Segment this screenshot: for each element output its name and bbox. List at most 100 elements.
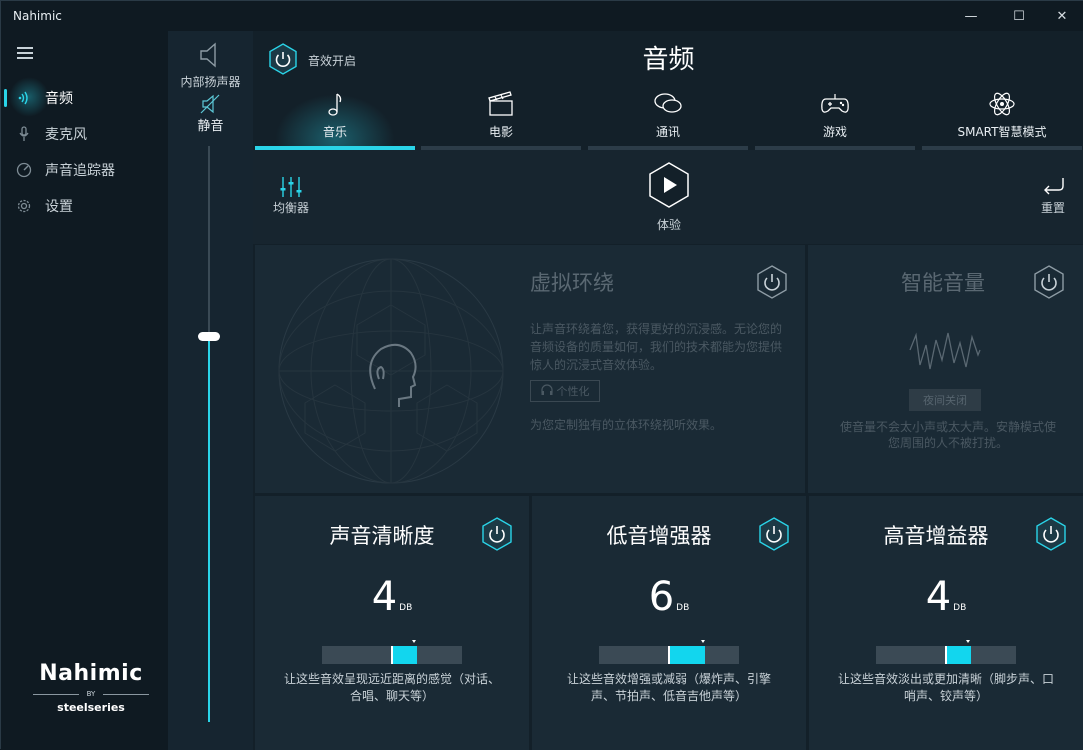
virtual-surround-title: 虚拟环绕 bbox=[530, 271, 614, 295]
virtual-surround-note: 为您定制独有的立体环绕视听效果。 bbox=[530, 418, 723, 432]
atom-icon bbox=[920, 89, 1083, 119]
effect-value-unit: DB bbox=[399, 603, 413, 613]
effect-level-center bbox=[391, 646, 393, 664]
logo-partner: steelseries bbox=[57, 701, 125, 714]
tab-label: 电影 bbox=[488, 125, 513, 139]
app-title: Nahimic bbox=[13, 9, 62, 23]
smart-volume-power-button[interactable] bbox=[1032, 265, 1066, 299]
effect-value: 6 DB bbox=[532, 574, 806, 620]
voice-clarity-panel: 声音清晰度 4 DB 让这些音效呈现远近距离的感觉（对话、合唱、聊天等） bbox=[255, 496, 529, 750]
sidebar-item-microphone[interactable]: 麦克风 bbox=[1, 117, 168, 151]
sidebar-item-label: 麦克风 bbox=[45, 127, 87, 143]
maximize-button[interactable]: ☐ bbox=[996, 1, 1042, 31]
effect-power-button[interactable] bbox=[758, 517, 790, 551]
volume-slider-fill bbox=[208, 337, 210, 722]
effect-level-center bbox=[945, 646, 947, 664]
smart-volume-description: 使音量不会太小声或太大声。安静模式使您周围的人不被打扰。 bbox=[839, 420, 1056, 450]
sidebar-item-sound-tracker[interactable]: 声音追踪器 bbox=[1, 153, 168, 187]
sidebar-item-label: 设置 bbox=[45, 199, 73, 215]
tab-movie[interactable]: 电影 bbox=[419, 86, 583, 150]
microphone-icon bbox=[15, 125, 33, 143]
effect-power-button[interactable] bbox=[1035, 517, 1067, 551]
tab-label: 通讯 bbox=[655, 125, 680, 139]
tab-music[interactable]: 音乐 bbox=[253, 86, 417, 150]
gamepad-icon bbox=[753, 89, 917, 119]
waveform-icon bbox=[908, 325, 982, 375]
tab-game[interactable]: 游戏 bbox=[753, 86, 917, 150]
speaker-icon[interactable] bbox=[197, 41, 223, 69]
personalize-button[interactable]: 个性化 bbox=[530, 380, 600, 402]
hamburger-menu-icon[interactable] bbox=[17, 47, 33, 59]
effect-power-button[interactable] bbox=[481, 517, 513, 551]
effect-value-unit: DB bbox=[676, 603, 690, 613]
tab-label: 音乐 bbox=[322, 125, 347, 139]
clapperboard-icon bbox=[419, 89, 583, 119]
chat-bubbles-icon bbox=[586, 89, 750, 119]
effect-level-marker[interactable] bbox=[412, 640, 416, 643]
page-title: 音频 bbox=[642, 45, 695, 75]
volume-slider-thumb[interactable] bbox=[198, 332, 220, 341]
smart-volume-panel: 智能音量 夜间关闭 使音量不会太小声或太大声。安静模式使您周围的人不被打扰。 bbox=[808, 245, 1083, 493]
logo-brand: Nahimic bbox=[39, 661, 143, 686]
effect-description: 让这些音效淡出或更加清晰（脚步声、口哨声、铰声等） bbox=[837, 672, 1054, 703]
equalizer-icon[interactable] bbox=[279, 176, 303, 198]
surround-sphere-graphic bbox=[275, 255, 507, 487]
virtual-surround-description: 让声音环绕着您，获得更好的沉浸感。无论您的音频设备的质量如何，我们的技术都能为您… bbox=[530, 322, 783, 372]
sidebar-item-label: 声音追踪器 bbox=[45, 163, 115, 179]
effect-level-slider[interactable] bbox=[322, 640, 462, 664]
effect-value-unit: DB bbox=[953, 603, 967, 613]
tab-label: 游戏 bbox=[822, 125, 847, 139]
effect-level-fill bbox=[669, 646, 705, 664]
sound-tracker-icon bbox=[15, 161, 33, 179]
effect-level-fill bbox=[946, 646, 971, 664]
sidebar-item-audio[interactable]: 音频 bbox=[1, 77, 168, 117]
main-content: 音效开启 音频 音乐 电影 通讯 游戏 SMART智慧模式 均衡器 体验 重置 … bbox=[253, 31, 1083, 750]
effect-description: 让这些音效呈现远近距离的感觉（对话、合唱、聊天等） bbox=[283, 672, 500, 703]
sidebar: 音频 麦克风 声音追踪器 设置 Nahimic BY steelseries bbox=[1, 31, 168, 750]
virtual-surround-panel: 虚拟环绕 让声音环绕着您，获得更好的沉浸感。无论您的音频设备的质量如何，我们的技… bbox=[255, 245, 805, 493]
effect-value: 4 DB bbox=[809, 574, 1083, 620]
effect-level-fill bbox=[392, 646, 417, 664]
headphones-icon bbox=[540, 383, 553, 399]
mute-label[interactable]: 静音 bbox=[168, 115, 253, 134]
effect-value: 4 DB bbox=[255, 574, 529, 620]
volume-panel: 内部扬声器 静音 bbox=[168, 31, 253, 750]
tool-row: 均衡器 体验 重置 bbox=[253, 150, 1083, 244]
music-note-icon bbox=[253, 89, 417, 119]
treble-boost-panel: 高音增益器 4 DB 让这些音效淡出或更加清晰（脚步声、口哨声、铰声等） bbox=[809, 496, 1083, 750]
play-label: 体验 bbox=[656, 218, 681, 232]
tab-label: SMART智慧模式 bbox=[957, 125, 1047, 139]
sidebar-item-settings[interactable]: 设置 bbox=[1, 189, 168, 223]
mute-icon[interactable] bbox=[198, 93, 222, 115]
effect-level-marker[interactable] bbox=[701, 640, 705, 643]
effect-level-marker[interactable] bbox=[966, 640, 970, 643]
play-button[interactable] bbox=[648, 162, 690, 208]
output-device-label: 内部扬声器 bbox=[180, 75, 241, 89]
title-bar: Nahimic — ☐ ✕ bbox=[1, 1, 1083, 31]
personalize-label: 个性化 bbox=[556, 385, 590, 398]
night-off-button[interactable]: 夜间关闭 bbox=[909, 389, 981, 411]
effect-value-number: 4 bbox=[371, 574, 398, 620]
logo-by: BY bbox=[31, 690, 151, 698]
audio-waves-icon bbox=[15, 89, 33, 107]
tab-smart[interactable]: SMART智慧模式 bbox=[920, 86, 1083, 150]
effect-value-number: 6 bbox=[648, 574, 675, 620]
active-indicator bbox=[4, 89, 7, 107]
effect-level-center bbox=[668, 646, 670, 664]
close-button[interactable]: ✕ bbox=[1039, 1, 1083, 31]
reset-label[interactable]: 重置 bbox=[1033, 199, 1073, 216]
effect-level-slider[interactable] bbox=[599, 640, 739, 664]
virtual-surround-power-button[interactable] bbox=[755, 265, 789, 299]
sidebar-item-label: 音频 bbox=[45, 91, 73, 107]
tab-communication[interactable]: 通讯 bbox=[586, 86, 750, 150]
gear-icon bbox=[15, 197, 33, 215]
effect-description: 让这些音效增强或减弱（爆炸声、引擎声、节拍声、低音吉他声等） bbox=[566, 672, 771, 703]
app-window: Nahimic — ☐ ✕ 音频 麦克风 声音追踪器 设置 Nahimic BY… bbox=[0, 0, 1083, 750]
minimize-button[interactable]: — bbox=[948, 1, 994, 31]
reset-icon[interactable] bbox=[1041, 176, 1065, 196]
bass-boost-panel: 低音增强器 6 DB 让这些音效增强或减弱（爆炸声、引擎声、节拍声、低音吉他声等） bbox=[532, 496, 806, 750]
equalizer-label[interactable]: 均衡器 bbox=[265, 199, 317, 216]
effect-value-number: 4 bbox=[925, 574, 952, 620]
nahimic-steelseries-logo: Nahimic BY steelseries bbox=[31, 661, 151, 714]
effect-level-slider[interactable] bbox=[876, 640, 1016, 664]
